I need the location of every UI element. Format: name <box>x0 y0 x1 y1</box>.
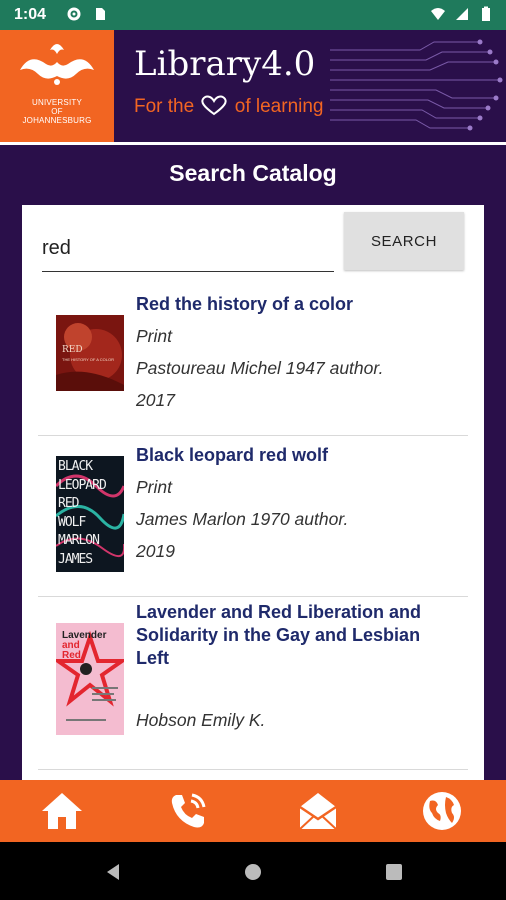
home-icon[interactable] <box>40 789 84 833</box>
recents-icon[interactable] <box>384 862 404 882</box>
result-format: Print <box>136 326 172 346</box>
list-item[interactable]: RED THE HISTORY OF A COLOR Red the histo… <box>38 285 468 436</box>
result-author: Pastoureau Michel 1947 author. <box>136 358 384 378</box>
result-format: Print <box>136 477 172 497</box>
result-title[interactable]: Black leopard red wolf <box>136 444 456 467</box>
heart-icon <box>201 95 228 116</box>
bottom-nav <box>0 780 506 842</box>
tagline-suffix: of learning <box>234 96 324 117</box>
university-name: UNIVERSITY OF JOHANNESBURG <box>22 98 92 125</box>
system-nav-bar <box>0 842 506 900</box>
home-circle-icon[interactable] <box>243 862 263 882</box>
app-brand: Library4.0 <box>134 44 316 84</box>
uj-emblem-icon <box>20 44 94 85</box>
battery-icon <box>482 6 490 21</box>
search-panel: SEARCH RED THE HISTORY OF A COLOR Red th… <box>22 205 484 780</box>
university-logo: UNIVERSITY OF JOHANNESBURG <box>0 30 114 142</box>
cover-text: BLACK LEOPARD RED WOLF MARLON JAMES <box>58 459 107 567</box>
result-year: 2017 <box>136 390 175 410</box>
list-item[interactable]: Lavender and Red Lavender and Red Libera… <box>38 597 468 770</box>
book-cover-image: BLACK LEOPARD RED WOLF MARLON JAMES <box>56 456 124 572</box>
settings-icon <box>67 7 81 21</box>
circuit-decoration <box>330 39 503 131</box>
result-info: Lavender and Red Liberation and Solidari… <box>136 601 456 736</box>
globe-icon[interactable] <box>420 789 464 833</box>
wifi-icon <box>431 8 445 20</box>
book-cover-image: RED THE HISTORY OF A COLOR <box>56 315 124 391</box>
mail-icon[interactable] <box>296 789 340 833</box>
tagline-prefix: For the <box>134 96 195 117</box>
cover-text: Lavender and Red <box>62 630 107 661</box>
list-item[interactable]: BLACK LEOPARD RED WOLF MARLON JAMES Blac… <box>38 436 468 597</box>
page-title: Search Catalog <box>169 160 337 186</box>
result-year: 2019 <box>136 541 175 561</box>
result-info: Black leopard red wolf Print James Marlo… <box>136 444 456 567</box>
result-title[interactable]: Lavender and Red Liberation and Solidari… <box>136 601 456 670</box>
book-cover-image: Lavender and Red <box>56 623 124 735</box>
sd-card-icon <box>96 8 105 20</box>
tagline: For the of learning <box>134 94 324 118</box>
back-icon[interactable] <box>103 862 123 882</box>
search-input[interactable] <box>42 221 334 272</box>
cover-subtitle: THE HISTORY OF A COLOR <box>62 357 115 362</box>
cover-title: RED <box>62 345 83 355</box>
signal-icon <box>456 8 468 20</box>
search-button[interactable]: SEARCH <box>344 212 464 270</box>
result-author: James Marlon 1970 author. <box>136 509 349 529</box>
status-bar: 1:04 <box>0 0 506 30</box>
phone-icon[interactable] <box>166 789 210 833</box>
status-time: 1:04 <box>14 6 47 23</box>
result-author: Hobson Emily K. <box>136 710 266 730</box>
app-header: UNIVERSITY OF JOHANNESBURG Library4.0 Fo… <box>0 30 506 145</box>
result-info: Red the history of a color Print Pastour… <box>136 293 456 416</box>
result-title[interactable]: Red the history of a color <box>136 293 456 316</box>
